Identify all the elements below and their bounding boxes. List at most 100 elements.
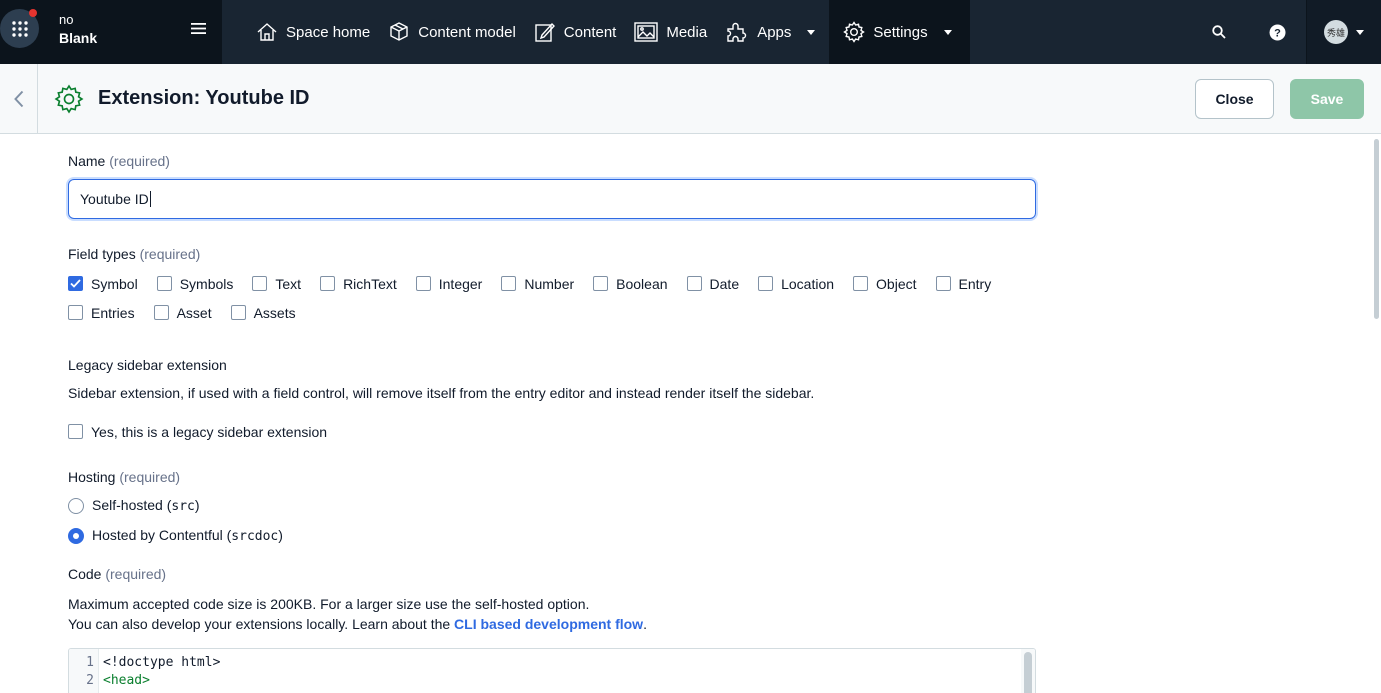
checkbox-label: RichText: [343, 275, 397, 292]
hosting-label-text: Hosting: [68, 469, 116, 485]
required-hint: (required): [109, 153, 170, 169]
checkbox-label: Text: [275, 275, 302, 292]
page-scrollbar[interactable]: [1373, 134, 1381, 693]
checkbox[interactable]: [153, 305, 169, 320]
help-button[interactable]: ?: [1248, 0, 1306, 64]
field-type-symbols[interactable]: Symbols: [156, 269, 234, 298]
field-type-object[interactable]: Object: [853, 269, 917, 298]
line-number: 1: [86, 655, 94, 670]
nav-settings[interactable]: Settings: [829, 0, 970, 64]
checkbox-label: Symbols: [179, 275, 234, 292]
checkbox[interactable]: [68, 305, 83, 320]
name-label: Name (required): [68, 153, 170, 169]
checkbox-checked[interactable]: [68, 276, 83, 291]
checkbox[interactable]: [853, 276, 869, 291]
topnav-right: ? 秀雄: [1190, 0, 1381, 64]
grid-icon: [11, 20, 28, 37]
name-label-text: Name: [68, 153, 106, 169]
checkbox-label: Location: [781, 275, 835, 292]
checkbox-label: Assets: [253, 304, 296, 321]
checkbox[interactable]: [68, 424, 83, 439]
nav-content-model[interactable]: Content model: [384, 0, 530, 64]
notification-dot: [29, 9, 37, 17]
checkbox[interactable]: [686, 276, 702, 291]
organization-name: no: [59, 12, 74, 27]
hosting-self-hosted-radio[interactable]: Self-hosted (src): [68, 497, 200, 514]
field-type-date[interactable]: Date: [686, 269, 739, 298]
checkbox[interactable]: [252, 276, 268, 291]
checkbox-label: Asset: [176, 304, 212, 321]
code-description: Maximum accepted code size is 200KB. For…: [68, 594, 647, 634]
hosting-contentful-radio[interactable]: Hosted by Contentful (srcdoc): [68, 527, 283, 544]
checkbox[interactable]: [320, 276, 336, 291]
code-content[interactable]: <!doctype html> <head>: [99, 649, 1021, 693]
line-number: 2: [86, 673, 94, 688]
apps-puzzle-icon: [727, 22, 747, 42]
chevron-down-icon: [807, 29, 816, 35]
checkbox-label: Entries: [91, 304, 135, 321]
checkbox[interactable]: [501, 276, 517, 291]
app-launcher-button[interactable]: [0, 9, 39, 48]
space-name: Blank: [59, 30, 98, 46]
text-cursor: [149, 191, 151, 207]
nav-space-home[interactable]: Space home: [252, 0, 384, 64]
back-button[interactable]: [0, 64, 38, 133]
checkbox[interactable]: [230, 305, 246, 320]
svg-text:?: ?: [1274, 27, 1281, 39]
avatar: 秀雄: [1324, 20, 1348, 44]
close-button[interactable]: Close: [1195, 78, 1274, 119]
field-type-entry[interactable]: Entry: [935, 269, 991, 298]
field-type-asset[interactable]: Asset: [153, 298, 212, 327]
search-button[interactable]: [1190, 0, 1248, 64]
code-line: <head>: [103, 673, 150, 688]
field-type-location[interactable]: Location: [758, 269, 834, 298]
checkbox[interactable]: [156, 276, 172, 291]
code-size-note: Maximum accepted code size is 200KB. For…: [68, 596, 590, 612]
gear-icon: [843, 21, 866, 43]
field-type-number[interactable]: Number: [501, 269, 574, 298]
field-type-boolean[interactable]: Boolean: [593, 269, 668, 298]
radio-label: Self-hosted (src): [92, 497, 200, 514]
code-editor[interactable]: 1 2 <!doctype html> <head>: [68, 648, 1036, 693]
name-input[interactable]: Youtube ID: [68, 179, 1036, 219]
code-label-text: Code: [68, 566, 102, 582]
workbench-header: Extension: Youtube ID Close Save: [0, 64, 1381, 134]
nav-label: Settings: [873, 23, 928, 41]
field-type-integer[interactable]: Integer: [415, 269, 482, 298]
space-names[interactable]: no Blank: [59, 11, 97, 47]
nav-label: Content: [563, 23, 617, 41]
field-types-label-text: Field types: [68, 246, 136, 262]
cli-docs-link[interactable]: CLI based development flow: [454, 616, 643, 632]
field-type-text[interactable]: Text: [252, 269, 301, 298]
field-type-richtext[interactable]: RichText: [320, 269, 397, 298]
period: .: [643, 616, 647, 632]
radio-label-paren: ): [194, 497, 200, 513]
account-menu[interactable]: 秀雄: [1306, 0, 1381, 64]
save-button[interactable]: Save: [1290, 78, 1364, 119]
checkbox[interactable]: [758, 276, 774, 291]
nav-content[interactable]: Content: [530, 0, 631, 64]
checkbox[interactable]: [593, 276, 609, 291]
checkbox-label: Boolean: [616, 275, 668, 292]
chevron-down-icon: [1356, 29, 1364, 35]
field-type-symbol[interactable]: Symbol: [68, 269, 138, 298]
required-hint: (required): [105, 566, 167, 582]
field-type-entries[interactable]: Entries: [68, 298, 135, 327]
field-type-assets[interactable]: Assets: [230, 298, 296, 327]
legacy-sidebar-heading: Legacy sidebar extension: [68, 357, 227, 373]
radio-button[interactable]: [68, 497, 84, 514]
checkbox[interactable]: [415, 276, 431, 291]
checkbox-label: Symbol: [91, 275, 138, 292]
radio-button-selected[interactable]: [68, 527, 84, 544]
radio-label-paren: ): [278, 527, 283, 543]
editor-scrollbar[interactable]: [1021, 649, 1035, 693]
menu-button[interactable]: [191, 22, 206, 38]
legacy-sidebar-checkbox[interactable]: Yes, this is a legacy sidebar extension: [68, 417, 327, 446]
nav-media[interactable]: Media: [630, 0, 721, 64]
nav-apps[interactable]: Apps: [721, 0, 829, 64]
checkbox[interactable]: [935, 276, 951, 291]
radio-label-code: src: [171, 499, 195, 514]
required-hint: (required): [119, 469, 181, 485]
legacy-sidebar-description: Sidebar extension, if used with a field …: [68, 385, 815, 401]
content-icon: [535, 22, 555, 42]
